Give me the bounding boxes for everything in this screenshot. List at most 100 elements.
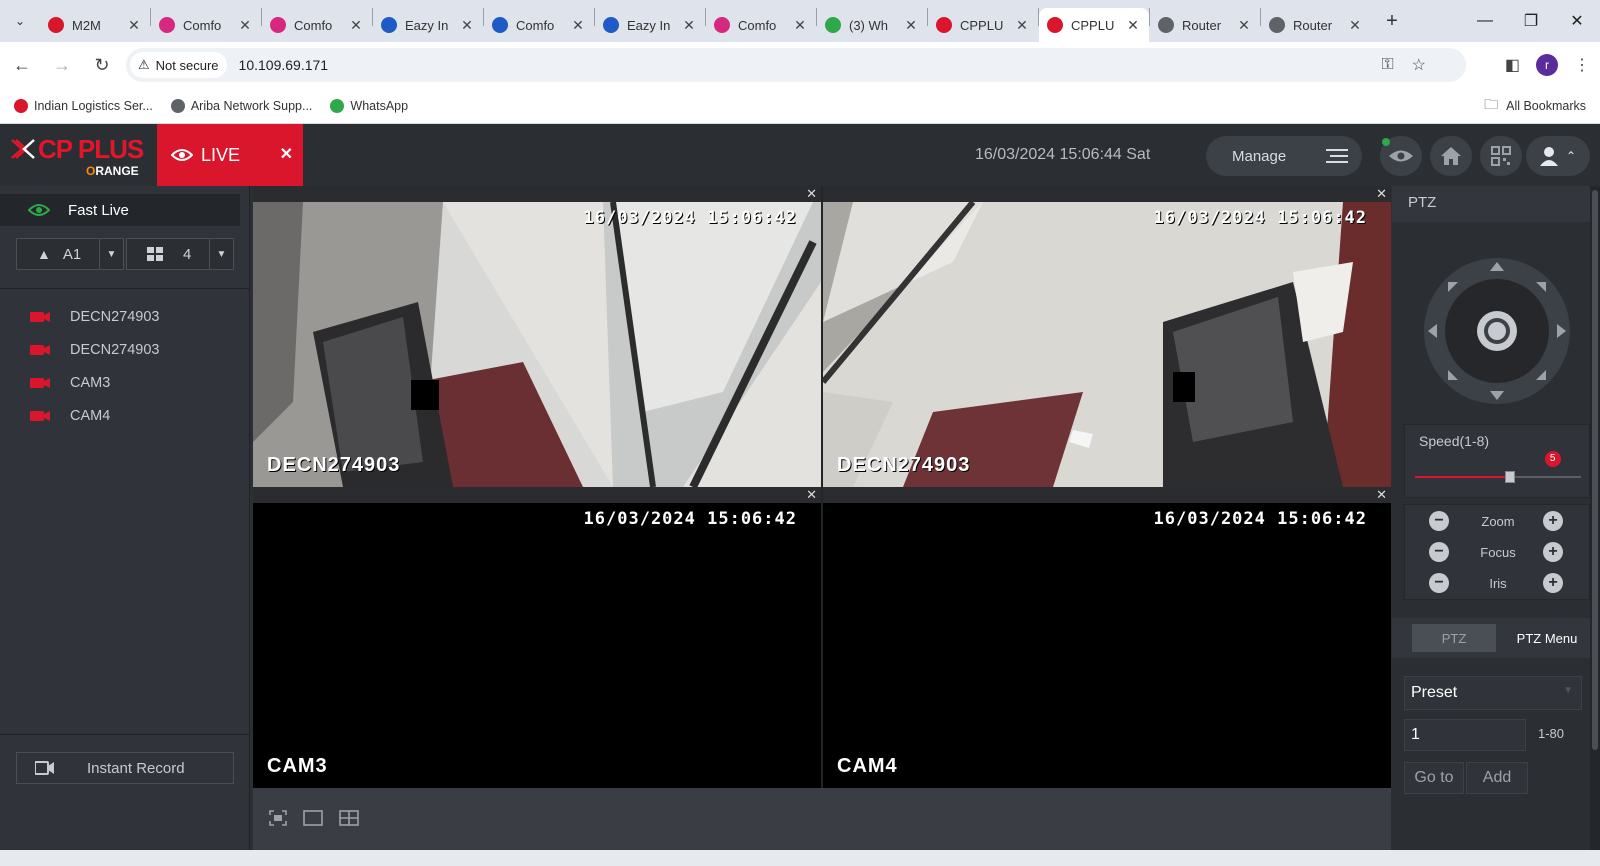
focus-in-button[interactable]: + [1543, 542, 1563, 562]
side-panel-icon[interactable]: ◧ [1505, 55, 1520, 75]
device-list-item[interactable]: DECN274903 [0, 333, 250, 366]
favicon-icon [48, 17, 64, 33]
iris-close-button[interactable]: − [1429, 573, 1449, 593]
preset-select[interactable]: Preset ▼ [1404, 676, 1582, 710]
tab-title: CPPLU [1071, 17, 1115, 33]
fast-live-header[interactable]: Fast Live [0, 194, 240, 226]
tab-search-button[interactable]: ⌄ [0, 0, 40, 42]
home-button[interactable] [1430, 136, 1472, 176]
user-menu-button[interactable]: ⌃ [1526, 136, 1590, 176]
user-icon [1539, 147, 1558, 166]
back-button[interactable]: ← [4, 47, 40, 83]
device-list-item[interactable]: CAM4 [0, 399, 250, 432]
close-tab-button[interactable]: ✕ [1014, 17, 1030, 34]
address-bar[interactable]: ⚠ Not secure 10.109.69.171 ⚿ ☆ [126, 48, 1466, 82]
close-tab-button[interactable]: ✕ [237, 17, 253, 34]
browser-tab[interactable]: Comfo ✕ [151, 8, 261, 42]
close-tab-button[interactable]: ✕ [1236, 17, 1252, 34]
browser-tab[interactable]: Eazy In ✕ [595, 8, 705, 42]
live-view-button[interactable] [1380, 136, 1422, 176]
bookmark-item[interactable]: Ariba Network Supp... [170, 98, 312, 113]
close-tab-button[interactable]: ✕ [348, 17, 364, 34]
browser-tab[interactable]: Comfo ✕ [484, 8, 594, 42]
url-text[interactable]: 10.109.69.171 [239, 57, 329, 73]
qr-code-button[interactable] [1480, 136, 1522, 176]
instant-record-button[interactable]: Instant Record [16, 752, 234, 784]
security-chip[interactable]: ⚠ Not secure [130, 52, 227, 78]
live-tab[interactable]: LIVE ✕ [157, 124, 303, 186]
close-live-tab-button[interactable]: ✕ [280, 144, 293, 164]
browser-tab[interactable]: Router ✕ [1150, 8, 1260, 42]
close-tab-button[interactable]: ✕ [1125, 17, 1141, 34]
browser-tab[interactable]: (3) Wh ✕ [817, 8, 927, 42]
video-cell-4[interactable]: ✕ 16/03/2024 15:06:42 CAM4 [823, 487, 1391, 788]
browser-tab[interactable]: Eazy In ✕ [373, 8, 483, 42]
add-preset-button[interactable]: Add [1466, 762, 1528, 794]
fullscreen-icon[interactable] [269, 810, 287, 826]
ptz-direction-wheel[interactable] [1422, 256, 1572, 406]
bookmark-item[interactable]: Indian Logistics Ser... [14, 98, 153, 113]
close-tab-button[interactable]: ✕ [459, 17, 475, 34]
video-cell-2[interactable]: ✕ 16/03/2024 15:06:42 DECN274903 [823, 186, 1391, 487]
close-tab-button[interactable]: ✕ [792, 17, 808, 34]
speed-slider-thumb[interactable] [1504, 471, 1515, 483]
browser-tab[interactable]: CPPLU ✕ [928, 8, 1038, 42]
close-tab-button[interactable]: ✕ [1347, 17, 1363, 34]
bookmark-item[interactable]: WhatsApp [330, 98, 408, 113]
status-dot [1382, 138, 1390, 146]
folder-icon: 🗀 [1484, 96, 1499, 112]
zoom-in-button[interactable]: + [1543, 511, 1563, 531]
cp-plus-logo: CP PLUS ORANGE [8, 130, 148, 182]
divider [0, 288, 250, 289]
channel-select[interactable]: ▲ A1 ▼ [16, 238, 124, 270]
close-tab-button[interactable]: ✕ [570, 17, 586, 34]
chevron-down-icon: ▼ [1563, 685, 1573, 696]
bookmark-star-icon[interactable]: ☆ [1412, 55, 1426, 75]
close-cell-button[interactable]: ✕ [1376, 487, 1387, 503]
close-window-button[interactable]: ✕ [1554, 0, 1600, 42]
speed-slider-track[interactable] [1415, 476, 1581, 478]
close-cell-button[interactable]: ✕ [806, 487, 817, 503]
preset-number-input[interactable]: 1 [1404, 719, 1526, 751]
goto-preset-button[interactable]: Go to [1404, 762, 1464, 794]
quad-view-icon[interactable] [339, 810, 359, 826]
tab-ptz[interactable]: PTZ [1412, 624, 1496, 652]
camera-icon [30, 410, 50, 421]
iris-open-button[interactable]: + [1543, 573, 1563, 593]
device-name: DECN274903 [70, 341, 160, 358]
manage-button[interactable]: Manage [1206, 136, 1362, 176]
tab-title: CPPLU [960, 17, 1004, 33]
profile-avatar[interactable]: r [1536, 54, 1558, 76]
scrollbar-thumb[interactable] [1592, 190, 1598, 750]
browser-tab[interactable]: Router ✕ [1261, 8, 1371, 42]
layout-select[interactable]: 4 ▼ [126, 238, 234, 270]
browser-tab[interactable]: CPPLU ✕ [1039, 8, 1149, 42]
all-bookmarks-button[interactable]: 🗀 All Bookmarks [1484, 88, 1586, 124]
close-tab-button[interactable]: ✕ [681, 17, 697, 34]
close-cell-button[interactable]: ✕ [806, 186, 817, 202]
kebab-menu-icon[interactable]: ⋮ [1574, 55, 1590, 75]
page-scrollbar[interactable] [1590, 186, 1600, 850]
device-list-item[interactable]: CAM3 [0, 366, 250, 399]
video-cell-3[interactable]: ✕ 16/03/2024 15:06:42 CAM3 [253, 487, 821, 788]
new-tab-button[interactable]: + [1377, 10, 1407, 33]
single-view-icon[interactable] [303, 810, 323, 826]
close-cell-button[interactable]: ✕ [1376, 186, 1387, 202]
maximize-button[interactable]: ❐ [1508, 0, 1554, 42]
zoom-out-button[interactable]: − [1429, 511, 1449, 531]
reload-button[interactable]: ↻ [84, 47, 120, 83]
tab-ptz-menu[interactable]: PTZ Menu [1510, 624, 1584, 652]
browser-tab[interactable]: Comfo ✕ [262, 8, 372, 42]
chevron-down-icon: ▼ [209, 239, 233, 269]
browser-tab[interactable]: Comfo ✕ [706, 8, 816, 42]
focus-out-button[interactable]: − [1429, 542, 1449, 562]
logo-subtext: ORANGE [86, 164, 139, 178]
close-tab-button[interactable]: ✕ [126, 17, 142, 34]
browser-tab[interactable]: M2M ✕ [40, 8, 150, 42]
forward-button[interactable]: → [44, 47, 80, 83]
minimize-button[interactable]: — [1462, 0, 1508, 42]
device-list-item[interactable]: DECN274903 [0, 300, 250, 333]
password-key-icon[interactable]: ⚿ [1381, 56, 1393, 74]
close-tab-button[interactable]: ✕ [903, 17, 919, 34]
video-cell-1[interactable]: ✕ 16/03/2024 15:06:42 DECN274903 [253, 186, 821, 487]
